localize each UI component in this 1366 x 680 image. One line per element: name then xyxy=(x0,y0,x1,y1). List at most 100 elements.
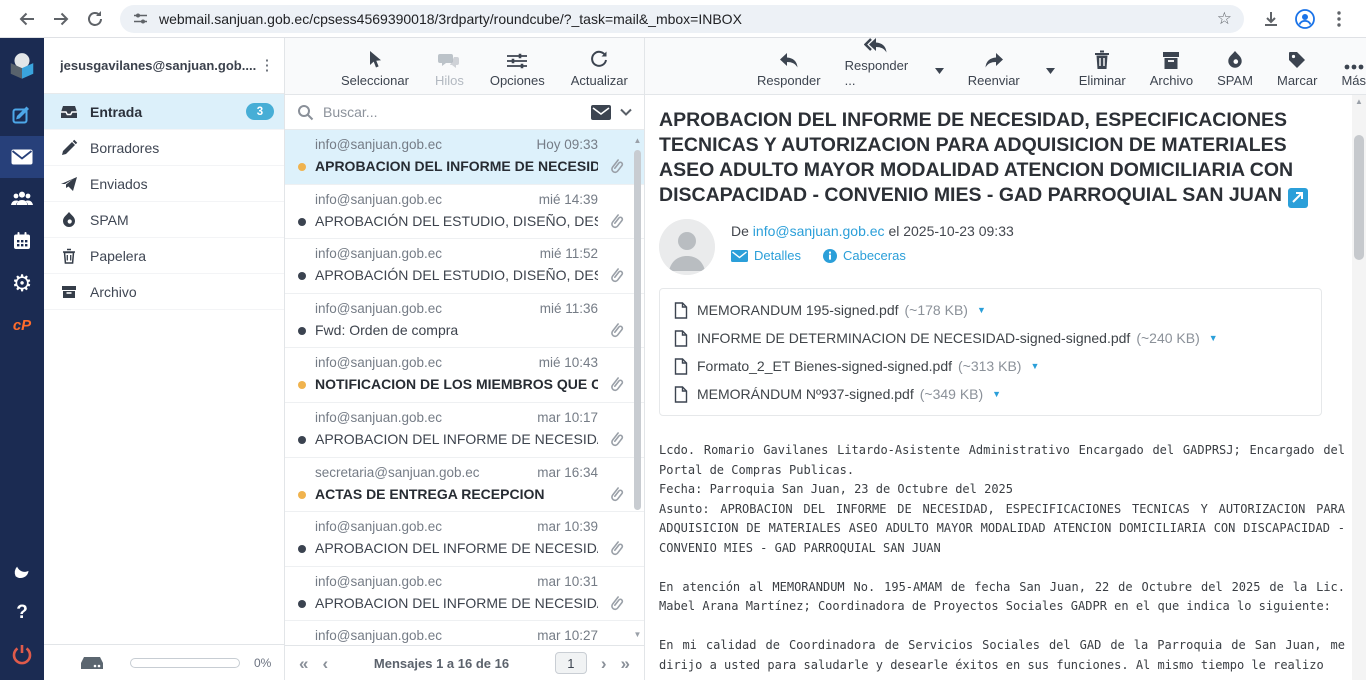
body-blank-line xyxy=(659,558,1345,578)
logout-icon[interactable] xyxy=(0,634,44,676)
select-button[interactable]: Seleccionar xyxy=(341,48,409,88)
message-sender: secretaria@sanjuan.gob.ec xyxy=(315,465,529,480)
spam-icon xyxy=(60,211,78,229)
attachment-item[interactable]: Formato_2_ET Bienes-signed-signed.pdf(~3… xyxy=(660,352,1321,380)
address-bar[interactable]: webmail.sanjuan.gob.ec/cpsess4569390018/… xyxy=(120,5,1244,33)
open-in-new-window-icon[interactable] xyxy=(1288,188,1308,208)
reload-icon[interactable] xyxy=(78,4,112,34)
next-page-icon[interactable]: › xyxy=(601,655,607,672)
attachment-item[interactable]: INFORME DE DETERMINACION DE NECESIDAD-si… xyxy=(660,324,1321,352)
message-list: info@sanjuan.gob.ecHoy 09:33APROBACION D… xyxy=(285,130,644,645)
attachment-paperclip-icon xyxy=(609,376,624,394)
sidebar-item-drafts[interactable]: Borradores xyxy=(44,130,284,166)
folder-label: Papelera xyxy=(90,248,274,264)
profile-icon[interactable] xyxy=(1288,4,1322,34)
list-item[interactable]: info@sanjuan.gob.ecmié 10:43NOTIFICACION… xyxy=(285,348,644,403)
sidebar-item-trash[interactable]: Papelera xyxy=(44,238,284,274)
archive-button[interactable]: Archivo xyxy=(1150,48,1193,88)
list-item[interactable]: secretaria@sanjuan.gob.ecmar 16:34ACTAS … xyxy=(285,458,644,513)
refresh-button[interactable]: Actualizar xyxy=(571,48,628,88)
page-input[interactable] xyxy=(555,652,587,674)
attachment-dropdown-icon[interactable]: ▼ xyxy=(992,389,1001,399)
attachment-name[interactable]: INFORME DE DETERMINACION DE NECESIDAD-si… xyxy=(697,330,1130,346)
search-icon xyxy=(297,104,314,121)
pdf-file-icon xyxy=(674,358,688,375)
sidebar-item-spam[interactable]: SPAM xyxy=(44,202,284,238)
list-item[interactable]: info@sanjuan.gob.ecmié 11:52APROBACIÓN D… xyxy=(285,239,644,294)
reply-all-button[interactable]: Responder ... xyxy=(845,33,909,88)
attachment-name[interactable]: MEMORANDUM 195-signed.pdf xyxy=(697,302,899,318)
download-icon[interactable] xyxy=(1254,4,1288,34)
message-time: mié 14:39 xyxy=(539,192,598,207)
list-item[interactable]: info@sanjuan.gob.ecmié 11:36Fwd: Orden d… xyxy=(285,294,644,349)
search-options-chevron-icon[interactable] xyxy=(620,108,632,116)
message-toolbar: Responder Responder ... Reenviar xyxy=(645,38,1366,95)
options-button[interactable]: Opciones xyxy=(490,48,545,88)
spam-button[interactable]: SPAM xyxy=(1217,48,1253,88)
forward-icon[interactable] xyxy=(44,4,78,34)
attachment-item[interactable]: MEMORÁNDUM Nº937-signed.pdf(~349 KB)▼ xyxy=(660,380,1321,408)
message-content: APROBACION DEL INFORME DE NECESIDAD, ESP… xyxy=(645,95,1366,680)
browser-toolbar: webmail.sanjuan.gob.ec/cpsess4569390018/… xyxy=(0,0,1366,38)
attachment-name[interactable]: MEMORÁNDUM Nº937-signed.pdf xyxy=(697,386,914,402)
list-item[interactable]: info@sanjuan.gob.ecmar 10:31APROBACION D… xyxy=(285,567,644,622)
headers-link[interactable]: Cabeceras xyxy=(823,248,906,263)
contacts-nav-button[interactable] xyxy=(0,178,44,220)
site-settings-icon[interactable] xyxy=(132,10,149,27)
attachment-dropdown-icon[interactable]: ▼ xyxy=(977,305,986,315)
last-page-icon[interactable]: » xyxy=(621,655,630,672)
forward-dropdown-icon[interactable] xyxy=(1046,68,1055,74)
attachment-paperclip-icon xyxy=(609,486,624,504)
attachment-item[interactable]: MEMORANDUM 195-signed.pdf(~178 KB)▼ xyxy=(660,296,1321,324)
more-button[interactable]: Más xyxy=(1341,48,1366,88)
message-date: 2025-10-23 09:33 xyxy=(903,223,1014,239)
attachment-name[interactable]: Formato_2_ET Bienes-signed-signed.pdf xyxy=(697,358,952,374)
list-scrollbar[interactable]: ▲ ▼ xyxy=(632,132,643,643)
account-menu-icon[interactable]: ⋮ xyxy=(258,63,276,68)
list-item[interactable]: info@sanjuan.gob.ecmar 10:17APROBACION D… xyxy=(285,403,644,458)
details-link[interactable]: Detalles xyxy=(731,248,801,263)
forward-icon xyxy=(983,48,1005,70)
message-status-dot xyxy=(298,545,306,553)
attachment-dropdown-icon[interactable]: ▼ xyxy=(1209,333,1218,343)
search-input[interactable] xyxy=(323,104,582,120)
first-page-icon[interactable]: « xyxy=(299,655,308,672)
list-toolbar: Seleccionar Hilos Opciones Actualizar xyxy=(285,38,644,95)
back-icon[interactable] xyxy=(10,4,44,34)
bookmark-star-icon[interactable]: ☆ xyxy=(1217,10,1232,27)
list-item[interactable]: info@sanjuan.gob.ecHoy 09:33APROBACION D… xyxy=(285,130,644,185)
reply-button[interactable]: Responder xyxy=(757,48,821,88)
attachment-dropdown-icon[interactable]: ▼ xyxy=(1030,361,1039,371)
dark-mode-icon[interactable] xyxy=(0,550,44,592)
calendar-nav-button[interactable] xyxy=(0,220,44,262)
message-time: Hoy 09:33 xyxy=(536,137,598,152)
list-item[interactable]: info@sanjuan.gob.ecmar 10:39APROBACION D… xyxy=(285,512,644,567)
search-scope-icon[interactable] xyxy=(591,105,611,120)
more-ellipsis-icon xyxy=(1344,48,1364,70)
list-item[interactable]: info@sanjuan.gob.ecmié 14:39APROBACIÓN D… xyxy=(285,185,644,240)
sidebar-item-sent[interactable]: Enviados xyxy=(44,166,284,202)
body-blank-line xyxy=(659,617,1345,637)
reply-all-dropdown-icon[interactable] xyxy=(935,68,944,74)
message-time: mar 16:34 xyxy=(537,465,598,480)
attachments-list: MEMORANDUM 195-signed.pdf(~178 KB)▼ INFOR… xyxy=(659,288,1322,416)
sidebar-item-archive[interactable]: Archivo xyxy=(44,274,284,310)
compose-button[interactable] xyxy=(0,94,44,136)
view-scrollbar[interactable]: ▲ xyxy=(1352,95,1366,680)
mail-nav-button[interactable] xyxy=(0,136,44,178)
threads-button[interactable]: Hilos xyxy=(435,48,464,88)
browser-menu-icon[interactable] xyxy=(1322,4,1356,34)
prev-page-icon[interactable]: ‹ xyxy=(322,655,328,672)
sender-email-link[interactable]: info@sanjuan.gob.ec xyxy=(753,223,885,239)
refresh-icon xyxy=(589,48,609,70)
message-status-dot xyxy=(298,436,306,444)
help-icon[interactable]: ? xyxy=(0,592,44,634)
sidebar-item-inbox[interactable]: Entrada 3 xyxy=(44,94,284,130)
mark-button[interactable]: Marcar xyxy=(1277,48,1317,88)
cpanel-icon[interactable]: cP xyxy=(0,304,44,346)
settings-nav-button[interactable]: ⚙ xyxy=(0,262,44,304)
delete-button[interactable]: Eliminar xyxy=(1079,48,1126,88)
list-item[interactable]: info@sanjuan.gob.ecmar 10:27 xyxy=(285,621,644,645)
forward-button[interactable]: Reenviar xyxy=(968,48,1020,88)
message-view-panel: Responder Responder ... Reenviar xyxy=(645,38,1366,680)
